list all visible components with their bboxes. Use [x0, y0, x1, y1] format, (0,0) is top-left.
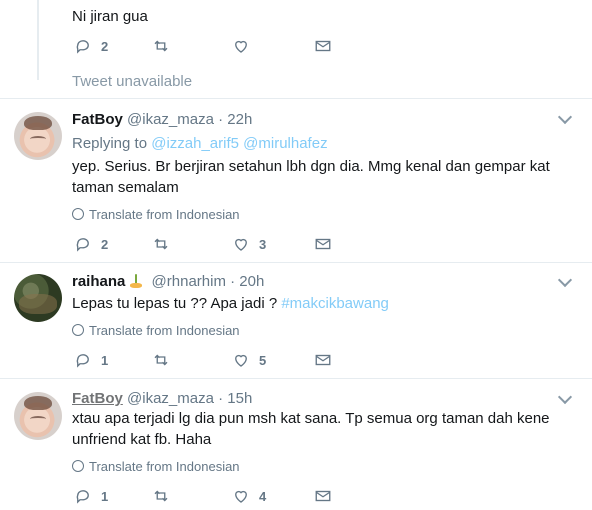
retweet-button[interactable] [152, 235, 170, 253]
divider [0, 262, 592, 263]
divider [0, 378, 592, 379]
thread-line [37, 0, 39, 80]
reply-button[interactable]: 2 [74, 235, 108, 253]
like-button[interactable] [232, 37, 250, 55]
like-button[interactable]: 4 [232, 487, 266, 505]
reply-icon [76, 354, 89, 368]
avatar[interactable] [14, 274, 62, 322]
translate-link[interactable]: Translate from Indonesian [72, 323, 240, 338]
like-icon [235, 238, 247, 251]
handle[interactable]: @rhnarhim [152, 273, 226, 290]
like-icon [235, 354, 247, 367]
tweet-header: raihana @rhnarhim · 20h [72, 273, 264, 290]
tweet-text: yep. Serius. Br berjiran setahun lbh dgn… [72, 158, 550, 196]
reply-icon [76, 490, 89, 504]
display-name[interactable]: FatBoy [72, 111, 123, 128]
tweet-header: FatBoy @ikaz_maza · 22h [72, 111, 252, 128]
tweet-actions: 1 5 [74, 351, 334, 371]
reply-button[interactable]: 1 [74, 351, 108, 369]
dm-button[interactable] [314, 37, 332, 55]
avatar[interactable] [14, 112, 62, 160]
retweet-icon [154, 238, 168, 250]
handle[interactable]: @ikaz_maza [127, 111, 214, 128]
mention-link[interactable]: @izzah_arif5 @mirulhafez [151, 135, 327, 152]
chevron-down-icon[interactable] [557, 109, 573, 125]
globe-icon [72, 208, 84, 220]
timestamp[interactable]: · 15h [218, 390, 252, 407]
tweet-unavailable-label: Tweet unavailable [72, 73, 193, 90]
tweet-text: Lepas tu lepas tu ?? Apa jadi ? #makcikb… [72, 293, 572, 314]
tweet-text: Ni jiran gua [72, 8, 148, 25]
hashtag-link[interactable]: #makcikbawang [281, 295, 389, 312]
display-name[interactable]: raihana [72, 273, 125, 290]
replying-to: Replying to @izzah_arif5 @mirulhafez [72, 135, 328, 152]
reply-icon [76, 238, 89, 252]
divider [0, 98, 592, 99]
dm-button[interactable] [314, 487, 332, 505]
replying-prefix: Replying to [72, 135, 152, 152]
globe-icon [72, 324, 84, 336]
translate-link[interactable]: Translate from Indonesian [72, 459, 240, 474]
tweet-text-main: Lepas tu lepas tu ?? Apa jadi ? [72, 295, 282, 312]
tweet-header: FatBoy @ikaz_maza · 15h [72, 390, 252, 407]
reply-icon [76, 40, 89, 54]
retweet-icon [154, 490, 168, 502]
reply-button[interactable]: 2 [74, 37, 108, 55]
handle[interactable]: @ikaz_maza [127, 390, 214, 407]
chevron-down-icon[interactable] [557, 389, 573, 405]
like-button[interactable]: 5 [232, 351, 266, 369]
dm-button[interactable] [314, 235, 332, 253]
retweet-icon [154, 354, 168, 366]
reply-button[interactable]: 1 [74, 487, 108, 505]
like-button[interactable]: 3 [232, 235, 266, 253]
retweet-button[interactable] [152, 351, 170, 369]
retweet-button[interactable] [152, 487, 170, 505]
display-name[interactable]: FatBoy [72, 390, 123, 407]
like-icon [235, 40, 247, 53]
retweet-button[interactable] [152, 37, 170, 55]
dm-icon [315, 354, 331, 366]
chevron-down-icon[interactable] [557, 272, 573, 288]
tweet-actions: 2 3 [74, 235, 334, 255]
globe-icon [72, 460, 84, 472]
dm-icon [315, 238, 331, 250]
timestamp[interactable]: · 20h [230, 273, 264, 290]
dm-button[interactable] [314, 351, 332, 369]
retweet-icon [154, 40, 168, 52]
avatar[interactable] [14, 392, 62, 440]
timestamp[interactable]: · 22h [218, 111, 252, 128]
tweet-actions: 2 [74, 37, 334, 57]
tweet-text: xtau apa terjadi lg dia pun msh kat sana… [72, 410, 550, 448]
dm-icon [315, 490, 331, 502]
like-icon [235, 490, 247, 503]
tweet-actions: 1 4 [74, 487, 334, 507]
dm-icon [315, 40, 331, 52]
sprout-emoji-icon [129, 274, 143, 288]
translate-link[interactable]: Translate from Indonesian [72, 207, 240, 222]
